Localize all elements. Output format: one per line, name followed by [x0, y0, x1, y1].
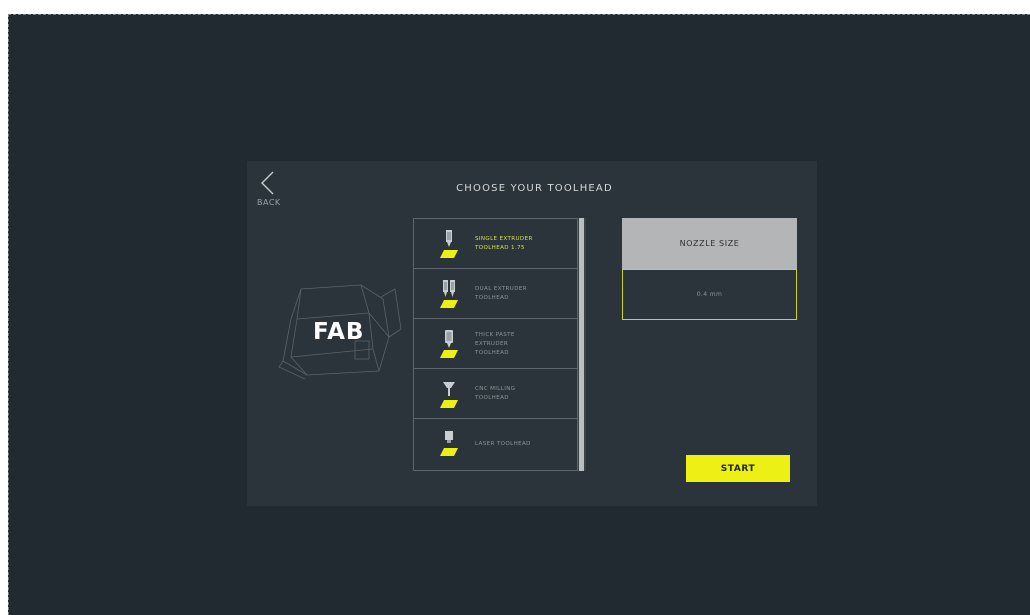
- single-extruder-icon: [440, 230, 458, 258]
- start-button[interactable]: START: [686, 455, 790, 482]
- toolhead-item-dual-extruder[interactable]: DUAL EXTRUDER TOOLHEAD: [414, 269, 577, 319]
- page-title: CHOOSE YOUR TOOLHEAD: [456, 183, 613, 194]
- toolhead-selection-panel: BACK CHOOSE YOUR TOOLHEAD FAB SINGLE EXT…: [247, 161, 817, 506]
- toolhead-item-label: SINGLE EXTRUDER TOOLHEAD 1.75: [475, 236, 533, 251]
- toolhead-item-cnc-milling[interactable]: CNC MILLING TOOLHEAD: [414, 369, 577, 419]
- toolhead-item-laser[interactable]: LASER TOOLHEAD: [414, 419, 577, 469]
- toolhead-list-scrollbar[interactable]: [578, 218, 586, 471]
- dual-extruder-icon: [440, 280, 458, 308]
- nozzle-size-option[interactable]: 0.4 mm: [622, 269, 797, 320]
- app-background: BACK CHOOSE YOUR TOOLHEAD FAB SINGLE EXT…: [8, 14, 1030, 615]
- scrollbar-thumb[interactable]: [579, 218, 584, 471]
- machine-illustration: FAB: [277, 279, 417, 379]
- paste-extruder-icon: [440, 330, 458, 358]
- toolhead-list: SINGLE EXTRUDER TOOLHEAD 1.75 DUAL EXTRU…: [413, 218, 578, 471]
- cnc-milling-icon: [440, 382, 458, 408]
- toolhead-item-label: LASER TOOLHEAD: [475, 440, 531, 447]
- toolhead-item-label: THICK PASTE EXTRUDER TOOLHEAD: [475, 331, 515, 356]
- toolhead-item-label: CNC MILLING TOOLHEAD: [475, 386, 516, 401]
- laser-icon: [440, 431, 458, 456]
- nozzle-size-header: NOZZLE SIZE: [622, 218, 797, 269]
- toolhead-item-thick-paste[interactable]: THICK PASTE EXTRUDER TOOLHEAD: [414, 319, 577, 369]
- machine-label: FAB: [313, 319, 365, 345]
- toolhead-item-label: DUAL EXTRUDER TOOLHEAD: [475, 286, 527, 301]
- toolhead-item-single-extruder[interactable]: SINGLE EXTRUDER TOOLHEAD 1.75: [414, 219, 577, 269]
- back-label: BACK: [257, 198, 281, 207]
